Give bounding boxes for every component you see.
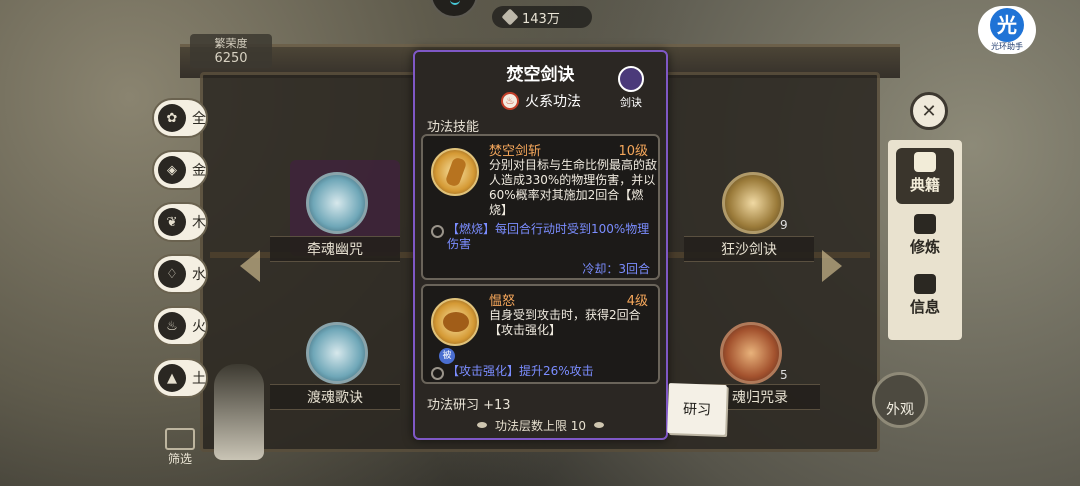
- metal-element-icon: ◈: [158, 156, 186, 184]
- prosperity-label: 繁荣度: [214, 37, 248, 50]
- filter-water-button[interactable]: ♢ 水: [152, 254, 208, 294]
- filter-wood-label: 木: [192, 215, 206, 231]
- helper-logo: 光: [990, 8, 1024, 42]
- helper-button[interactable]: 光 光环助手: [978, 6, 1036, 54]
- filter-button[interactable]: 筛选: [160, 428, 200, 468]
- helper-label: 光环助手: [991, 42, 1023, 51]
- study-button[interactable]: 研习: [667, 383, 727, 435]
- tab-cultivate-label: 修炼: [909, 238, 940, 256]
- skill-1-description: 分别对目标与生命比例最高的敌人造成330%的物理伤害，并以60%概率对其施加2回…: [489, 158, 658, 217]
- skill-count-2: 9: [780, 218, 788, 232]
- skill-1-cooldown: 冷却：3回合: [582, 262, 650, 276]
- filter-metal-button[interactable]: ◈ 金: [152, 150, 208, 190]
- side-tab-panel: 典籍 修炼 信息: [888, 140, 962, 340]
- currency-icon: [501, 8, 519, 26]
- prosperity-display: 繁荣度 6250: [190, 34, 272, 68]
- popup-type-label: 火系功法: [525, 94, 581, 110]
- skill-1-name: 焚空剑斩: [489, 144, 542, 159]
- angry-face-icon: 被: [431, 298, 479, 364]
- tab-cultivate[interactable]: 修炼: [896, 210, 954, 266]
- skill-icon-soul-song[interactable]: [306, 322, 368, 384]
- skill-2-effect: 【攻击强化】提升26%攻击: [431, 364, 656, 380]
- skill-1-level: 10级: [618, 144, 648, 159]
- next-page-arrow-icon[interactable]: [822, 250, 842, 282]
- study-button-label: 研习: [682, 401, 712, 419]
- tab-info-label: 信息: [909, 298, 940, 316]
- sword-slash-icon: [431, 148, 479, 196]
- skill-count-4: 5: [780, 368, 788, 382]
- section-title: 功法技能: [427, 120, 480, 135]
- ornament-left-icon: [476, 422, 487, 428]
- tab-classics[interactable]: 典籍: [896, 148, 954, 204]
- filter-fire-label: 火: [192, 319, 206, 335]
- appearance-button[interactable]: 外观: [872, 372, 928, 428]
- tab-classics-label: 典籍: [909, 176, 940, 194]
- skill-entry-2: 被 愠怒 4级 自身受到攻击时，获得2回合【攻击强化】 【攻击强化】提升26%攻…: [421, 284, 660, 384]
- sword-tag-label: 剑诀: [620, 96, 642, 109]
- passive-badge: 被: [439, 348, 455, 364]
- close-button[interactable]: ✕: [910, 92, 948, 130]
- skill-2-name: 愠怒: [489, 294, 516, 309]
- filter-fire-button[interactable]: ♨ 火: [152, 306, 208, 346]
- earth-element-icon: ▲: [158, 364, 186, 392]
- skill-entry-1: 焚空剑斩 10级 分别对目标与生命比例最高的敌人造成330%的物理伤害，并以60…: [421, 134, 660, 280]
- filter-label: 筛选: [167, 452, 192, 466]
- water-element-icon: ♢: [158, 260, 186, 288]
- popup-footer: 功法层数上限 10: [415, 412, 666, 438]
- skill-name-3: 渡魂歌诀: [270, 384, 400, 410]
- skill-icon-soul-curse[interactable]: [306, 172, 368, 234]
- scroll-icon: [914, 274, 936, 294]
- skill-detail-popup: 焚空剑诀 ♨ 火系功法 剑诀 功法技能 焚空剑斩 10级 分别对目标与生命比例最…: [413, 50, 668, 440]
- appearance-label: 外观: [886, 402, 914, 418]
- currency-display: 143万: [492, 6, 592, 28]
- sword-icon: [618, 66, 644, 92]
- filter-all-label: 全: [192, 111, 206, 127]
- skill-2-description: 自身受到攻击时，获得2回合【攻击强化】: [489, 308, 641, 337]
- filter-wood-button[interactable]: ❦ 木: [152, 202, 208, 242]
- filter-earth-button[interactable]: ▲ 土: [152, 358, 208, 398]
- book-icon: [914, 152, 936, 172]
- prosperity-value: 6250: [214, 51, 248, 66]
- wood-element-icon: ❦: [158, 208, 186, 236]
- filter-all-button[interactable]: ✿ 全: [152, 98, 208, 138]
- skill-name-1: 牵魂幽咒: [270, 236, 400, 262]
- tab-info[interactable]: 信息: [896, 270, 954, 326]
- close-icon: ✕: [921, 100, 937, 122]
- skill-2-level: 4级: [626, 294, 648, 309]
- skill-1-effect: 【燃烧】每回合行动时受到100%物理伤害: [431, 222, 656, 252]
- ornament-right-icon: [594, 422, 605, 428]
- character-sprite: [214, 364, 264, 460]
- all-element-icon: ✿: [158, 104, 186, 132]
- skill-icon-soul-return[interactable]: [720, 322, 782, 384]
- filter-earth-label: 土: [192, 371, 206, 387]
- currency-value: 143万: [522, 11, 560, 27]
- meditate-icon: [914, 214, 936, 234]
- skill-icon-sand-sword[interactable]: [722, 172, 784, 234]
- layer-limit-label: 功法层数上限 10: [494, 418, 587, 433]
- fire-icon: ♨: [501, 92, 519, 110]
- popup-type: ♨ 火系功法: [501, 90, 581, 112]
- filter-water-label: 水: [192, 267, 206, 283]
- research-bonus: 功法研习 +13: [427, 398, 511, 413]
- prev-page-arrow-icon[interactable]: [240, 250, 260, 282]
- skill-name-2: 狂沙剑诀: [684, 236, 814, 262]
- filter-icon: [165, 428, 195, 450]
- filter-metal-label: 金: [192, 163, 206, 179]
- fire-element-icon: ♨: [158, 312, 186, 340]
- sword-tag: 剑诀: [614, 66, 648, 110]
